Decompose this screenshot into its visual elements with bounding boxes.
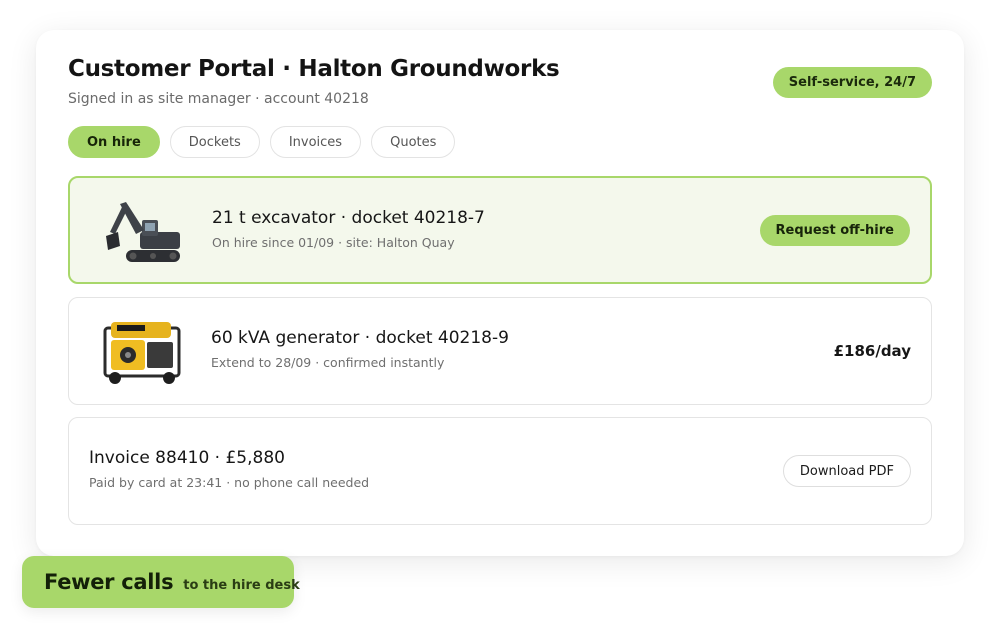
- tab-quotes[interactable]: Quotes: [371, 126, 456, 158]
- tab-bar: On hire Dockets Invoices Quotes: [68, 126, 456, 158]
- request-off-hire-button[interactable]: Request off-hire: [759, 215, 910, 246]
- list-item-invoice: Invoice 88410 · £5,880 Paid by card at 2…: [68, 417, 932, 525]
- daily-price: £186/day: [833, 342, 911, 360]
- tab-invoices[interactable]: Invoices: [269, 126, 362, 158]
- item-title: Invoice 88410 · £5,880: [89, 448, 285, 468]
- portal-card: Customer Portal · Halton Groundworks Sig…: [36, 30, 964, 556]
- page-subtitle: Signed in as site manager · account 4021…: [68, 91, 369, 107]
- callout-subtext: to the hire desk: [183, 578, 300, 593]
- self-service-badge: Self-service, 24/7: [772, 67, 932, 98]
- generator-icon: [99, 314, 185, 388]
- item-subtitle: On hire since 01/09 · site: Halton Quay: [212, 235, 455, 250]
- item-subtitle: Extend to 28/09 · confirmed instantly: [211, 355, 445, 370]
- list-item-generator: 60 kVA generator · docket 40218-9 Extend…: [68, 297, 932, 405]
- list-item-excavator: 21 t excavator · docket 40218-7 On hire …: [68, 176, 932, 284]
- fewer-calls-callout: Fewer calls to the hire desk: [22, 556, 300, 608]
- tab-dockets[interactable]: Dockets: [169, 126, 260, 158]
- excavator-icon: [100, 194, 186, 268]
- download-pdf-button[interactable]: Download PDF: [782, 455, 911, 487]
- page-title: Customer Portal · Halton Groundworks: [68, 56, 560, 82]
- tab-on-hire[interactable]: On hire: [68, 126, 160, 158]
- callout-headline: Fewer calls: [44, 570, 174, 594]
- item-subtitle: Paid by card at 23:41 · no phone call ne…: [89, 475, 370, 490]
- item-title: 60 kVA generator · docket 40218-9: [211, 328, 509, 348]
- item-title: 21 t excavator · docket 40218-7: [212, 208, 485, 228]
